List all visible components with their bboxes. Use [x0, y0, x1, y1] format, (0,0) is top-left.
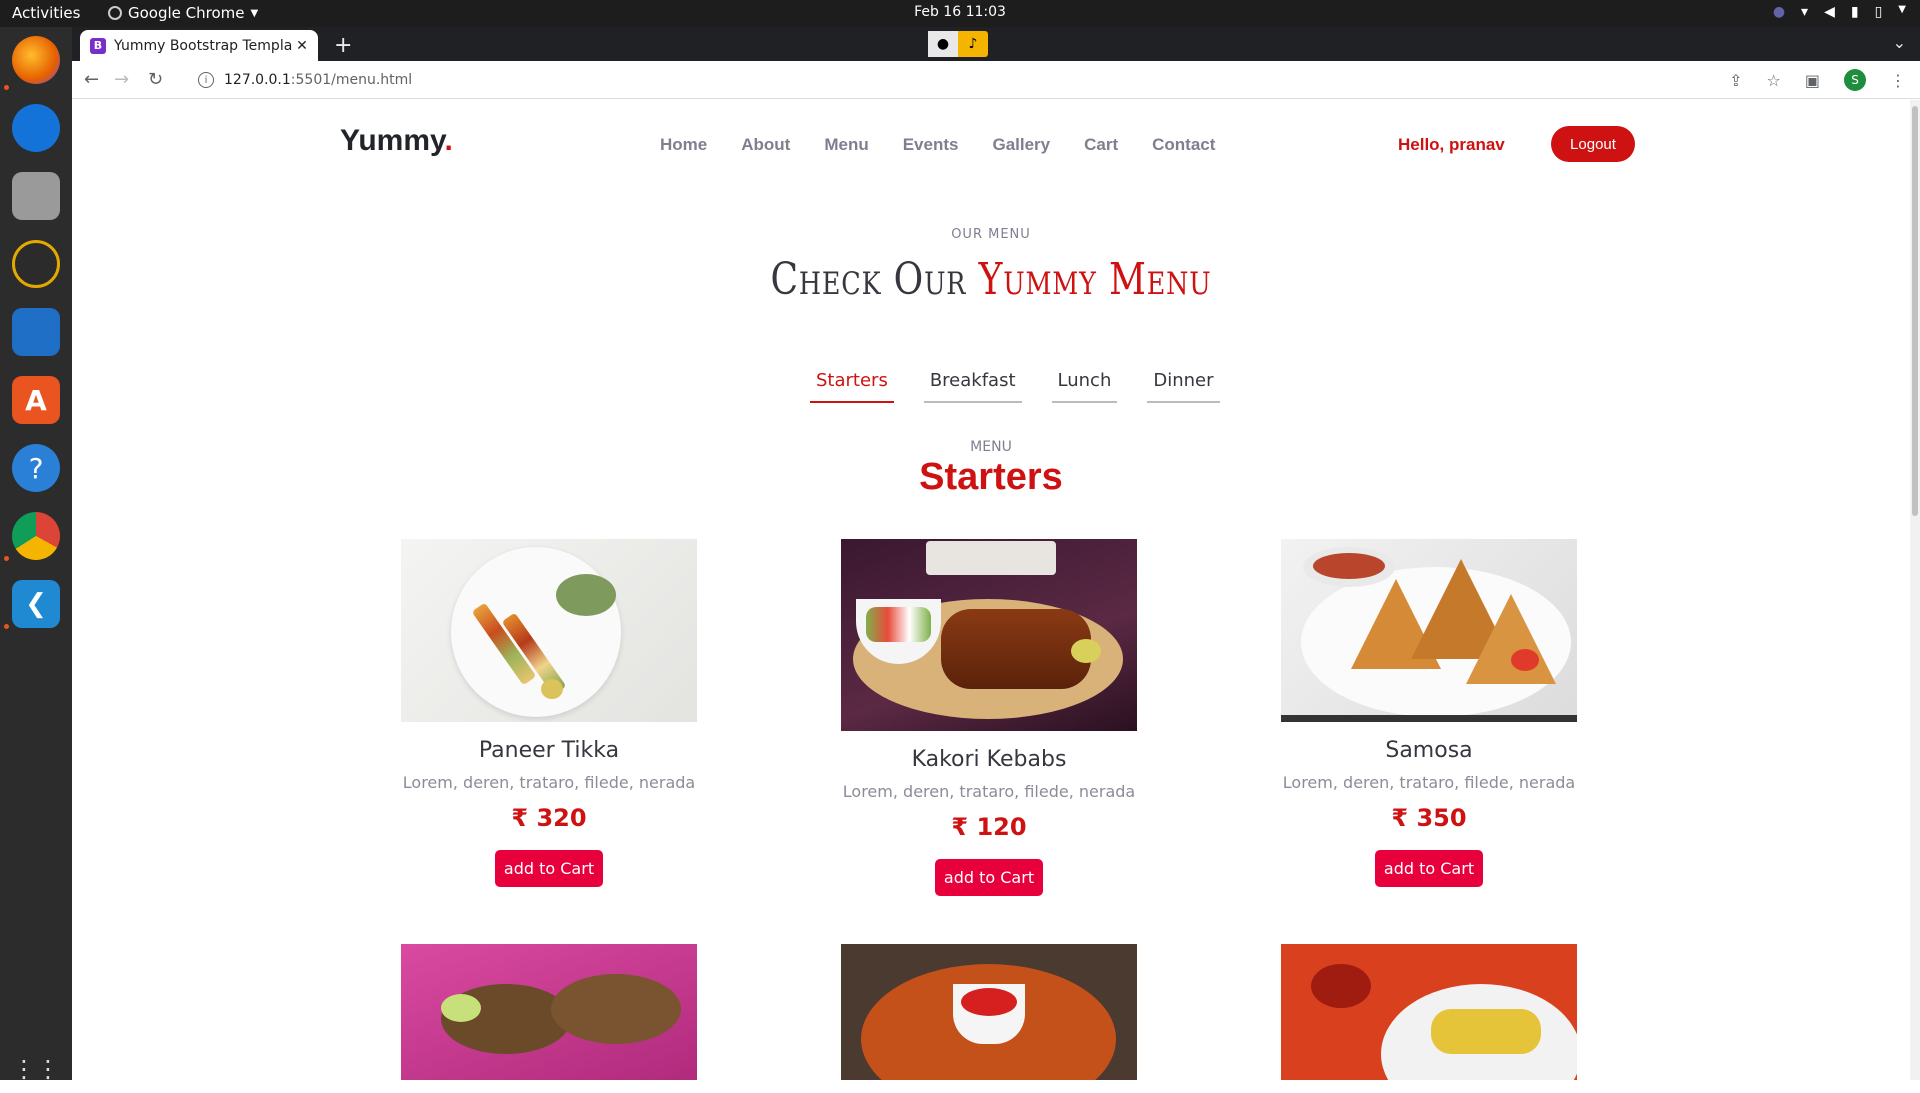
- nav-events[interactable]: Events: [903, 135, 959, 155]
- section-eyebrow: OUR MENU: [951, 227, 1031, 242]
- paneer-tikka-image: [401, 539, 697, 722]
- share-icon[interactable]: ⇪: [1729, 71, 1742, 90]
- page-scrollbar[interactable]: [1910, 100, 1920, 1080]
- browser-toolbar: ← → ↻ i 127.0.0.1:5501/menu.html ⇪ ☆ ▣ S…: [72, 61, 1920, 99]
- samosa-image: [1281, 539, 1577, 722]
- section-title-start: Check Our: [770, 254, 967, 305]
- menu-label: MENU: [970, 439, 1012, 455]
- chrome-menu-icon[interactable]: ⋮: [1890, 71, 1906, 90]
- menu-item-card: Paneer Tikka Lorem, deren, trataro, file…: [401, 539, 697, 887]
- rhythmbox-icon[interactable]: [12, 240, 60, 288]
- site-logo[interactable]: Yummy.: [340, 124, 453, 158]
- item-description: Lorem, deren, trataro, filede, nerada: [402, 773, 696, 792]
- item-price: ₹ 120: [951, 813, 1027, 841]
- files-icon[interactable]: [12, 172, 60, 220]
- running-indicator: [4, 85, 9, 90]
- browser-tab[interactable]: B Yummy Bootstrap Template ✕: [80, 30, 318, 61]
- tab-breakfast[interactable]: Breakfast: [923, 370, 1022, 403]
- menu-tabs: Starters Breakfast Lunch Dinner: [810, 370, 1220, 403]
- show-applications-icon[interactable]: ⋮⋮: [12, 1045, 60, 1093]
- item-price: ₹ 320: [511, 804, 587, 832]
- nav-cart[interactable]: Cart: [1084, 135, 1118, 155]
- bootstrap-favicon-icon: B: [90, 37, 106, 54]
- nav-home[interactable]: Home: [660, 135, 707, 155]
- close-tab-icon[interactable]: ✕: [292, 38, 312, 54]
- site-info-icon[interactable]: i: [198, 72, 214, 88]
- nav-gallery[interactable]: Gallery: [992, 135, 1050, 155]
- battery-icon[interactable]: ▯: [1875, 4, 1883, 20]
- vscode-icon[interactable]: ❮: [12, 580, 60, 628]
- khandvi-image: [1281, 944, 1577, 1080]
- extension-indicator[interactable]: ● ♪: [928, 31, 988, 57]
- profile-avatar[interactable]: S: [1844, 69, 1866, 91]
- url-path: :5501/menu.html: [290, 72, 413, 88]
- menu-item-card: [841, 944, 1137, 1080]
- nav-contact[interactable]: Contact: [1152, 135, 1215, 155]
- logout-button[interactable]: Logout: [1551, 126, 1635, 162]
- add-to-cart-button[interactable]: add to Cart: [935, 859, 1043, 896]
- add-to-cart-button[interactable]: add to Cart: [1375, 850, 1483, 887]
- menu-item-card: Samosa Lorem, deren, trataro, filede, ne…: [1281, 539, 1577, 887]
- menu-item-card: [1281, 944, 1577, 1080]
- firefox-share-icon[interactable]: ●: [928, 31, 958, 57]
- teams-icon[interactable]: ●: [1773, 4, 1785, 20]
- scrollbar-thumb[interactable]: [1912, 106, 1918, 516]
- item-price: ₹ 350: [1391, 804, 1467, 832]
- menu-item-card: Kakori Kebabs Lorem, deren, trataro, fil…: [841, 539, 1137, 896]
- system-top-bar: Activities Google Chrome ▼ Feb 16 11:03 …: [0, 0, 1920, 27]
- chrome-icon[interactable]: [12, 512, 60, 560]
- item-description: Lorem, deren, trataro, filede, nerada: [1282, 773, 1576, 792]
- firefox-icon[interactable]: [12, 36, 60, 84]
- main-navigation: Home About Menu Events Gallery Cart Cont…: [660, 135, 1215, 155]
- menu-item-card: [401, 944, 697, 1080]
- menu-category-title: Starters: [919, 456, 1063, 498]
- pakora-image: [841, 944, 1137, 1080]
- side-panel-icon[interactable]: ▣: [1805, 71, 1820, 90]
- ubuntu-dock: A ? ❮ ⋮⋮: [0, 27, 72, 1083]
- kebab-patties-image: [401, 944, 697, 1080]
- nav-about[interactable]: About: [741, 135, 790, 155]
- volume-icon[interactable]: ◀: [1824, 4, 1835, 20]
- wifi-icon[interactable]: ▾: [1801, 4, 1808, 20]
- item-name: Paneer Tikka: [478, 738, 620, 763]
- logo-dot: .: [444, 124, 453, 157]
- tab-search-icon[interactable]: ⌄: [1893, 33, 1906, 52]
- reload-icon[interactable]: ↻: [148, 69, 163, 90]
- thunderbird-icon[interactable]: [12, 104, 60, 152]
- logo-text: Yummy: [340, 124, 445, 157]
- url-host: 127.0.0.1: [224, 72, 291, 88]
- section-title: Check Our Yummy Menu: [237, 254, 1744, 305]
- item-name: Samosa: [1385, 738, 1473, 763]
- tab-title: Yummy Bootstrap Template: [114, 37, 292, 54]
- nav-menu[interactable]: Menu: [824, 135, 868, 155]
- system-tray[interactable]: ● ▾ ◀ ▮ ▯ ▼: [1773, 4, 1906, 20]
- tab-starters[interactable]: Starters: [810, 370, 894, 403]
- browser-tab-strip: B Yummy Bootstrap Template ✕ + ● ♪ ⌄: [72, 27, 1920, 61]
- user-greeting: Hello, pranav: [1398, 135, 1505, 154]
- new-tab-icon[interactable]: +: [334, 33, 352, 58]
- add-to-cart-button[interactable]: add to Cart: [495, 850, 603, 887]
- web-page: Yummy. Home About Menu Events Gallery Ca…: [72, 100, 1910, 1080]
- back-icon[interactable]: ←: [84, 69, 99, 90]
- running-indicator: [4, 624, 9, 629]
- clock[interactable]: Feb 16 11:03: [0, 4, 1920, 20]
- toolbar-actions: ⇪ ☆ ▣ S ⋮: [1729, 69, 1906, 91]
- running-indicator: [4, 556, 9, 561]
- software-center-icon[interactable]: A: [12, 376, 60, 424]
- power-menu-icon[interactable]: ▼: [1898, 4, 1906, 20]
- item-description: Lorem, deren, trataro, filede, nerada: [842, 782, 1136, 801]
- section-title-accent: Yummy Menu: [978, 254, 1212, 305]
- tab-dinner[interactable]: Dinner: [1147, 370, 1220, 403]
- address-bar[interactable]: i 127.0.0.1:5501/menu.html: [182, 65, 1822, 95]
- tab-lunch[interactable]: Lunch: [1051, 370, 1118, 403]
- item-name: Kakori Kebabs: [911, 747, 1067, 772]
- kakori-kebabs-image: [841, 539, 1137, 731]
- microphone-icon[interactable]: ▮: [1851, 4, 1859, 20]
- writer-icon[interactable]: [12, 308, 60, 356]
- forward-icon[interactable]: →: [114, 69, 129, 90]
- microphone-share-icon[interactable]: ♪: [958, 31, 988, 57]
- bookmark-star-icon[interactable]: ☆: [1767, 71, 1781, 90]
- help-icon[interactable]: ?: [12, 444, 60, 492]
